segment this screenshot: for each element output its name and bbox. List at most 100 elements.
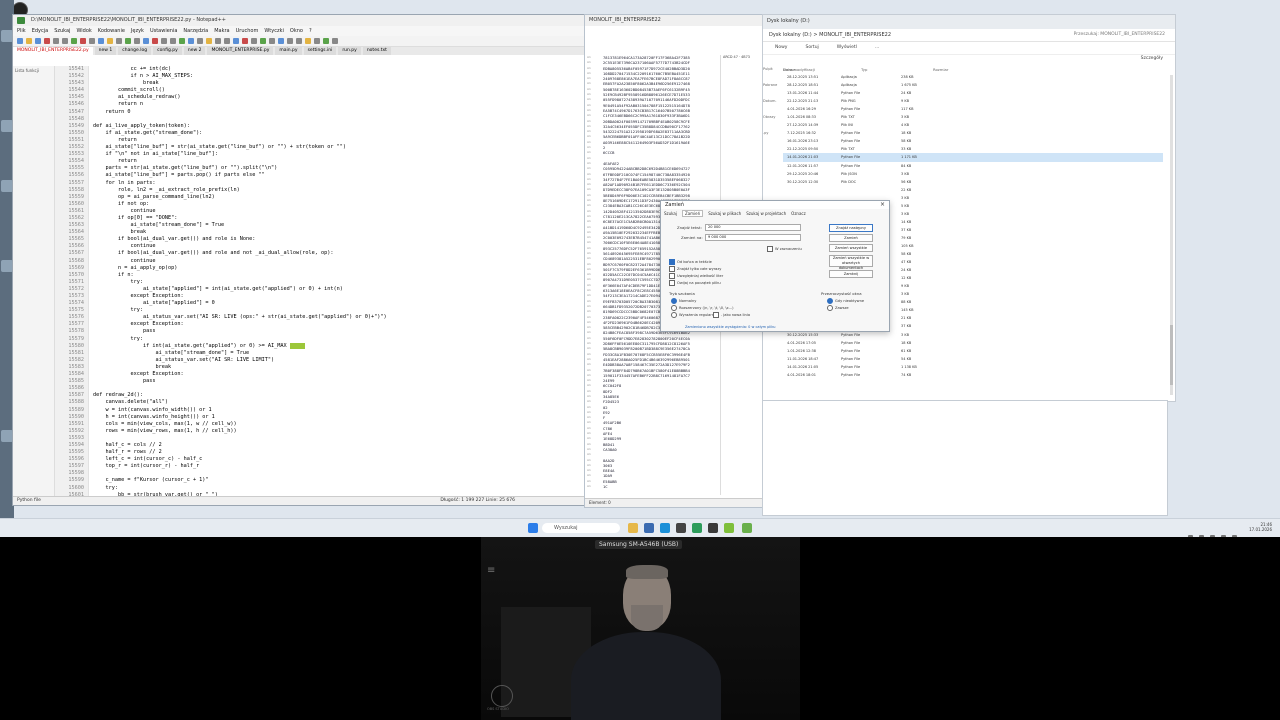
nav-pane-item[interactable]: Pulpit [763,67,783,71]
toolbar-button-icon[interactable] [62,38,68,44]
toolbar-button-icon[interactable] [314,38,320,44]
search-mode-radio[interactable]: Normalny [671,298,696,304]
clock[interactable]: 21:46 17.01.2026 [1249,522,1272,532]
toolbar-button-icon[interactable] [215,38,221,44]
toolbar-button-icon[interactable] [71,38,77,44]
explorer-toolbar-button[interactable]: Wyświetl [837,45,857,50]
file-row[interactable]: 11.01.2026 18:47 Python File 54 KB [783,355,1163,363]
menu-item[interactable]: Ustawienia [150,28,177,34]
file-row[interactable]: 1.01.2026 12:38 Python File 61 KB [783,347,1163,355]
find-next-button[interactable]: Znajdź następny [829,224,873,232]
toolbar-button-icon[interactable] [224,38,230,44]
hex-viewer-title[interactable]: MONOLIT_IBI_ENTERPRISE22 [585,15,763,26]
menu-icon[interactable]: ≡ [487,565,495,576]
file-row[interactable]: 13.01.2026 11:44 Python File 24 KB [783,89,1163,97]
search-mode-radio[interactable]: Wyrażenia regularne [671,312,716,318]
file-row[interactable]: 28.12.2025 18:51 Aplikacja 1 675 KB [783,81,1163,89]
tab[interactable]: notes.txt [362,47,391,55]
file-row[interactable]: 4.01.2026 16:29 Python File 117 KB [783,105,1163,113]
file-row[interactable]: 30.12.2025 12:30 Plik DOC 56 KB [783,178,1163,186]
toolbar-button-icon[interactable] [53,38,59,44]
search-mode-radio[interactable]: Rozszerzony (\n, \r, \t, \0, \x...) [671,305,734,311]
menu-item[interactable]: Uruchom [236,28,259,34]
menu-item[interactable]: Kodowanie [98,28,125,34]
toolbar-button-icon[interactable] [35,38,41,44]
toolbar-button-icon[interactable] [17,38,23,44]
tab[interactable]: run.py [338,47,361,55]
tab[interactable]: change.log [118,47,152,55]
toolbar-button-icon[interactable] [89,38,95,44]
toolbar-button-icon[interactable] [206,38,212,44]
menu-item[interactable]: ? [309,28,312,34]
replace-input[interactable]: 9 000 000 [705,234,801,241]
explorer-toolbar-button[interactable]: ... [875,45,879,50]
menu-item[interactable]: Narzędzia [183,28,208,34]
toolbar-button-icon[interactable] [26,38,32,44]
menu-item[interactable]: Makra [214,28,229,34]
tab[interactable]: main.py [275,47,302,55]
dialog-tab[interactable]: Zamień [681,210,704,217]
file-row[interactable]: 4.01.2026 17:05 Python File 18 KB [783,339,1163,347]
explorer-tab[interactable]: Dysk lokalny (D:) [767,18,810,24]
search-mode-radio[interactable]: . jako nowa linia [713,312,750,318]
tab[interactable]: settings.ini [303,47,337,55]
dialog-tab[interactable]: Szukaj w projektach [746,211,786,216]
nav-pane-item[interactable]: Pobrane [763,83,783,87]
view-details-button[interactable]: Szczegóły [1141,56,1163,61]
toolbar-button-icon[interactable] [98,38,104,44]
chrome-icon[interactable] [692,523,702,533]
tab[interactable]: new 1 [94,47,117,55]
file-row[interactable]: 14.01.2026 21:05 Python File 1 138 KB [783,363,1163,371]
dialog-tab[interactable]: Szukaj [664,211,677,216]
toolbar-button-icon[interactable] [260,38,266,44]
in-selection-checkbox[interactable]: W zaznaczeniu [767,246,802,252]
tab[interactable]: new 2 [183,47,206,55]
edge-icon[interactable] [660,523,670,533]
toolbar-button-icon[interactable] [305,38,311,44]
menu-item[interactable]: Plik [17,28,26,34]
column-header[interactable]: Data modyfikacji [783,67,815,72]
toolbar-button-icon[interactable] [197,38,203,44]
search-option-checkbox[interactable]: Owijaj na początek pliku [669,280,721,286]
toolbar-button-icon[interactable] [296,38,302,44]
toolbar-button-icon[interactable] [179,38,185,44]
search-option-checkbox[interactable]: Uwzględniaj wielkość liter [669,273,723,279]
nav-pane-item[interactable]: .py [763,131,783,135]
toolbar-button-icon[interactable] [170,38,176,44]
explorer-search-box[interactable]: Przeszukaj: MONOLIT_IBI_ENTERPRISE22 [1074,32,1165,37]
toolbar-button-icon[interactable] [287,38,293,44]
column-header[interactable]: Rozmiar [933,67,948,72]
taskbar-search[interactable]: Wyszukaj [542,523,620,533]
file-row[interactable]: 16.01.2026 23:13 Python File 58 KB [783,137,1163,145]
file-row[interactable]: 22.12.2025 09:50 Plik TXT 33 KB [783,145,1163,153]
notepadpp-icon[interactable] [724,523,734,533]
close-icon[interactable]: × [880,201,885,208]
transparency-always-radio[interactable]: Zawsze [827,305,849,311]
code-area[interactable]: cc += int(dc) if n > AI_MAX_STEPS: break… [93,66,573,501]
transparency-inactive-radio[interactable]: Gdy nieaktywne [827,298,864,304]
menu-item[interactable]: Widok [76,28,91,34]
toolbar-button-icon[interactable] [242,38,248,44]
tab[interactable]: MONOLIT_ENTERPRISE.py [207,47,274,55]
toolbar-button-icon[interactable] [269,38,275,44]
nav-pane-item[interactable]: Dokum. [763,99,783,103]
replace-dialog-title[interactable]: Zamień [661,201,889,209]
explorer-toolbar-button[interactable]: Sortuj [805,45,818,50]
replace-button[interactable]: Zamień [829,234,873,242]
start-icon[interactable] [528,523,538,533]
nav-pane-item[interactable]: Obrazy [763,115,783,119]
toolbar-button-icon[interactable] [125,38,131,44]
tab[interactable]: MONOLIT_IBI_ENTERPRISE22.py [13,47,93,55]
toolbar-button-icon[interactable] [152,38,158,44]
menu-item[interactable]: Wtyczki [264,28,284,34]
menu-item[interactable]: Język [131,28,144,34]
file-row[interactable]: 7.12.2025 16:32 Python File 18 KB [783,129,1163,137]
toolbar-button-icon[interactable] [80,38,86,44]
toolbar-button-icon[interactable] [278,38,284,44]
file-row[interactable]: 4.01.2026 18:01 Python File 74 KB [783,371,1163,379]
toolbar-button-icon[interactable] [107,38,113,44]
system-tray-icons[interactable] [1188,525,1248,537]
file-row[interactable]: 22 KB [783,186,1163,194]
dialog-tab[interactable]: Szukaj w plikach [708,211,741,216]
toolbar-button-icon[interactable] [251,38,257,44]
